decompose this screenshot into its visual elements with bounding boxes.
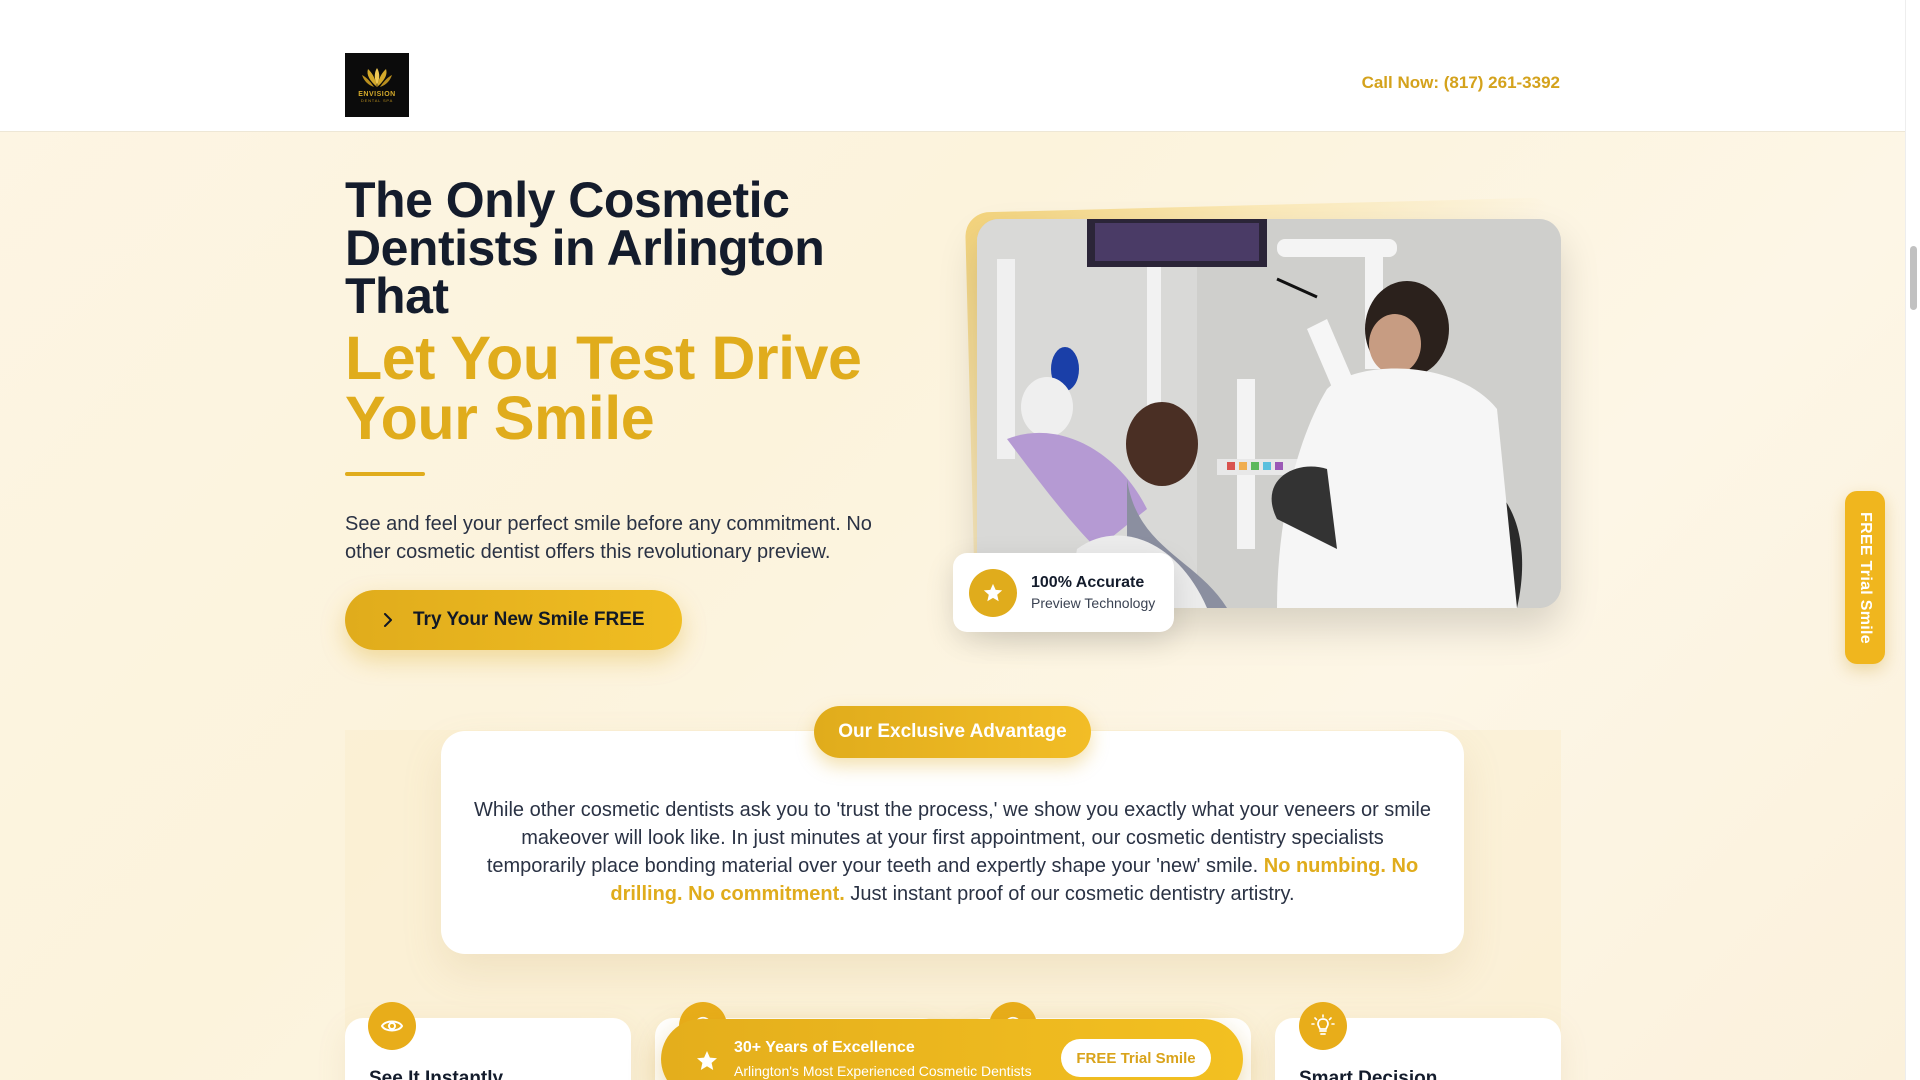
hero-description: See and feel your perfect smile before a… xyxy=(345,513,872,563)
star-icon xyxy=(697,1051,717,1070)
floating-promo-bar: 30+ Years of Excellence Arlington's Most… xyxy=(661,1019,1243,1080)
title-divider xyxy=(345,472,425,476)
side-tab-label: FREE Trial Smile xyxy=(1857,511,1874,644)
hero-title-gold-line-1: Let You Test Drive xyxy=(345,324,862,392)
logo[interactable]: ENVISION DENTAL SPA xyxy=(345,53,409,117)
dentist-patient-photo xyxy=(977,219,1561,608)
feature-title: Smart Decision xyxy=(1299,1068,1438,1080)
page: ENVISION DENTAL SPA Call Now: (817) 261-… xyxy=(0,0,1905,1080)
call-now-label: Call Now: (817) 261-3392 xyxy=(1361,73,1560,92)
hero-title-line-2: Dentists in Arlington xyxy=(345,220,825,276)
logo-icon xyxy=(362,68,392,87)
star-icon xyxy=(969,568,1017,617)
advantage-text: While other cosmetic dentists ask you to… xyxy=(470,796,1435,908)
try-smile-button[interactable]: Try Your New Smile FREE xyxy=(345,590,682,650)
advantage-text-end: Just instant proof of our cosmetic denti… xyxy=(850,883,1295,905)
hero-title-line-1: The Only Cosmetic xyxy=(345,172,790,228)
badge-subtitle: Preview Technology xyxy=(1031,595,1156,611)
chevron-right-icon xyxy=(384,613,392,627)
call-now-link[interactable]: Call Now: (817) 261-3392 xyxy=(1330,73,1560,93)
eye-icon xyxy=(368,1002,416,1050)
site-header: ENVISION DENTAL SPA Call Now: (817) 261-… xyxy=(0,0,1905,132)
lightbulb-icon xyxy=(1299,1002,1347,1050)
accuracy-badge: 100% Accurate Preview Technology xyxy=(953,553,1174,632)
logo-text: ENVISION xyxy=(358,91,396,98)
scrollbar[interactable] xyxy=(1905,0,1920,1080)
try-smile-button-label: Try Your New Smile FREE xyxy=(413,609,645,630)
free-trial-side-tab[interactable]: FREE Trial Smile xyxy=(1845,491,1885,664)
dentist-scene-illustration xyxy=(977,219,1561,608)
advantage-pill: Our Exclusive Advantage xyxy=(814,706,1091,758)
badge-title: 100% Accurate xyxy=(1031,574,1145,591)
hero-title-line-3: That xyxy=(345,268,449,324)
promo-subtitle: Arlington's Most Experienced Cosmetic De… xyxy=(734,1063,1032,1079)
logo-subtext: DENTAL SPA xyxy=(360,98,394,103)
hero-content: The Only Cosmetic Dentists in Arlington … xyxy=(345,172,925,566)
hero-title-gold-line-2: Your Smile xyxy=(345,384,655,452)
scrollbar-thumb[interactable] xyxy=(1910,246,1917,310)
feature-title: See It Instantly xyxy=(369,1068,504,1080)
free-trial-smile-button[interactable]: FREE Trial Smile xyxy=(1061,1039,1211,1077)
promo-title: 30+ Years of Excellence xyxy=(734,1039,915,1056)
